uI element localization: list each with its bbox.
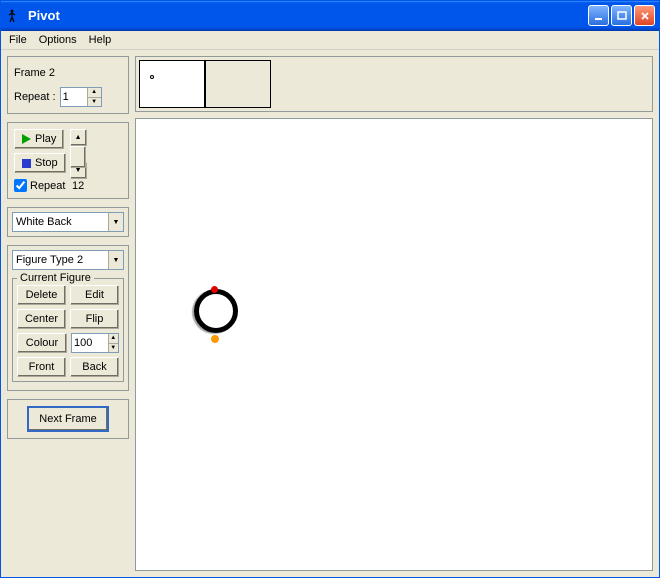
current-figure-group: Current Figure Delete Edit Center Flip C… xyxy=(12,278,124,382)
frame-strip xyxy=(135,56,653,112)
center-button[interactable]: Center xyxy=(17,309,66,329)
frame-thumb-1[interactable] xyxy=(139,60,205,108)
figure-circle[interactable] xyxy=(194,289,238,333)
chevron-down-icon[interactable]: ▼ xyxy=(108,213,123,231)
size-up[interactable]: ▲ xyxy=(108,334,119,344)
figure-panel: Figure Type 2 ▼ Current Figure Delete Ed… xyxy=(7,245,129,391)
chevron-down-icon[interactable]: ▼ xyxy=(108,251,123,269)
repeat-up[interactable]: ▲ xyxy=(87,88,101,98)
back-button[interactable]: Back xyxy=(70,357,119,377)
background-panel: White Back ▼ xyxy=(7,207,129,237)
right-area xyxy=(135,50,659,577)
front-button[interactable]: Front xyxy=(17,357,66,377)
repeat-down[interactable]: ▼ xyxy=(87,98,101,107)
app-icon xyxy=(7,8,23,24)
close-button[interactable] xyxy=(634,5,655,26)
fps-value: 12 xyxy=(72,180,84,192)
delete-button[interactable]: Delete xyxy=(17,285,66,305)
repeat-checkbox[interactable] xyxy=(14,179,27,192)
titlebar: Pivot xyxy=(1,1,659,31)
menu-help[interactable]: Help xyxy=(83,33,118,47)
repeat-checkbox-row[interactable]: Repeat xyxy=(14,179,65,192)
menu-options[interactable]: Options xyxy=(33,33,83,47)
colour-button[interactable]: Colour xyxy=(17,333,67,353)
current-figure-legend: Current Figure xyxy=(17,272,94,284)
fps-up[interactable]: ▲ xyxy=(70,129,87,146)
side-panel: Frame 2 Repeat : ▲▼ Play xyxy=(1,50,135,577)
circle-icon xyxy=(150,75,154,79)
figure-node-origin[interactable] xyxy=(211,335,219,343)
menubar: File Options Help xyxy=(1,31,659,50)
background-dropdown[interactable]: White Back ▼ xyxy=(12,212,124,232)
figure-node-top[interactable] xyxy=(211,286,218,293)
size-input[interactable] xyxy=(72,334,108,352)
repeat-label: Repeat : xyxy=(14,91,56,103)
window-title: Pivot xyxy=(28,8,60,23)
flip-button[interactable]: Flip xyxy=(70,309,119,329)
edit-button[interactable]: Edit xyxy=(70,285,119,305)
playback-panel: Play Stop Repeat ▲ xyxy=(7,122,129,199)
menu-file[interactable]: File xyxy=(3,33,33,47)
size-spinner[interactable]: ▲▼ xyxy=(71,333,119,353)
maximize-button[interactable] xyxy=(611,5,632,26)
repeat-input[interactable] xyxy=(61,88,87,106)
canvas[interactable] xyxy=(135,118,653,571)
frame-number-label: Frame 2 xyxy=(14,67,122,79)
frame-info-panel: Frame 2 Repeat : ▲▼ xyxy=(7,56,129,114)
next-frame-button[interactable]: Next Frame xyxy=(27,406,108,432)
fps-slider-thumb[interactable] xyxy=(70,146,86,168)
frame-thumb-2[interactable] xyxy=(205,60,271,108)
size-down[interactable]: ▼ xyxy=(108,344,119,353)
repeat-spinner[interactable]: ▲▼ xyxy=(60,87,102,107)
app-window: Pivot File Options Help Frame 2 Repeat :… xyxy=(0,0,660,578)
stop-icon xyxy=(22,159,31,168)
next-frame-panel: Next Frame xyxy=(7,399,129,439)
figure-type-dropdown[interactable]: Figure Type 2 ▼ xyxy=(12,250,124,270)
play-icon xyxy=(22,134,31,144)
minimize-button[interactable] xyxy=(588,5,609,26)
stop-button[interactable]: Stop xyxy=(14,153,66,173)
play-button[interactable]: Play xyxy=(14,129,64,149)
fps-slider-track[interactable] xyxy=(70,146,86,162)
